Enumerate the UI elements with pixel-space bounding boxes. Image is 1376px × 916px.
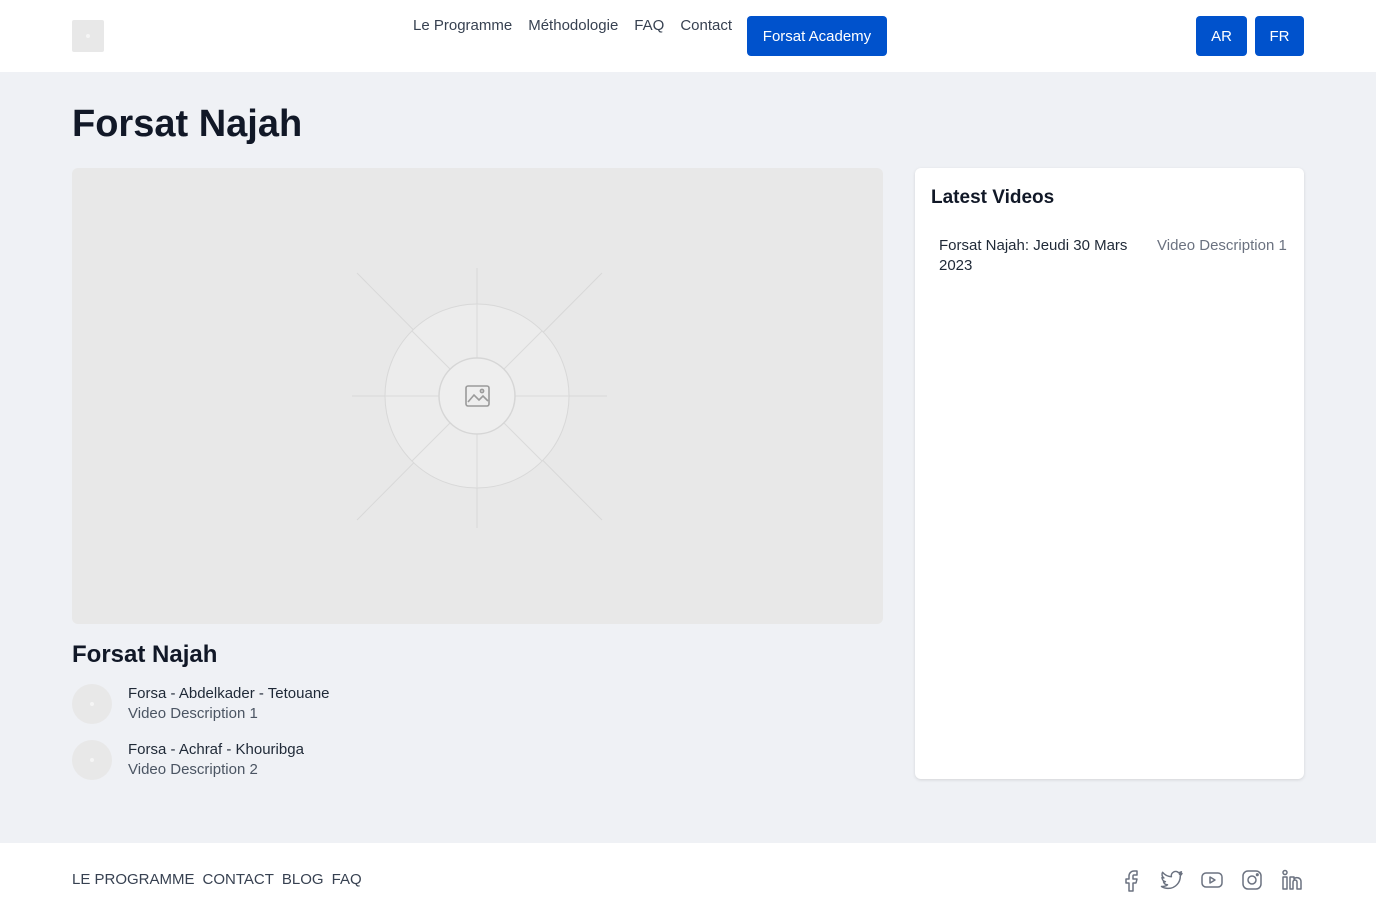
playlist-item[interactable]: Forsa - Abdelkader - Tetouane Video Desc… (72, 684, 672, 724)
playlist-item-title: Forsa - Abdelkader - Tetouane (128, 685, 330, 702)
site-footer: Le Programme Contact Blog FAQ (0, 843, 1376, 916)
facebook-icon[interactable] (1120, 868, 1144, 892)
thumbnail-placeholder-dot (90, 702, 94, 706)
nav-link-methodologie[interactable]: Méthodologie (528, 17, 618, 35)
nav-link-programme[interactable]: Le Programme (413, 17, 512, 35)
youtube-icon[interactable] (1200, 868, 1224, 892)
instagram-icon[interactable] (1240, 868, 1264, 892)
page-title: Forsat Najah (72, 103, 303, 145)
video-title: Forsat Najah (72, 641, 218, 668)
forsat-academy-button[interactable]: Forsat Academy (747, 16, 887, 56)
footer-link-contact[interactable]: Contact (203, 871, 274, 889)
footer-link-blog[interactable]: Blog (282, 871, 324, 889)
latest-videos-panel: Latest Videos Forsat Najah: Jeudi 30 Mar… (915, 168, 1304, 779)
playlist-item[interactable]: Forsa - Achraf - Khouribga Video Descrip… (72, 740, 672, 780)
language-fr-button[interactable]: FR (1255, 16, 1304, 56)
video-thumbnail (72, 684, 112, 724)
language-ar-button[interactable]: AR (1196, 16, 1247, 56)
footer-link-programme[interactable]: Le Programme (72, 871, 195, 889)
playlist-item-title: Forsa - Achraf - Khouribga (128, 741, 304, 758)
nav-link-faq[interactable]: FAQ (634, 17, 664, 35)
video-player[interactable] (72, 168, 883, 624)
nav-link-contact[interactable]: Contact (680, 17, 732, 35)
latest-videos-heading: Latest Videos (931, 187, 1055, 208)
twitter-icon[interactable] (1160, 868, 1184, 892)
site-logo[interactable] (72, 20, 104, 52)
latest-video-title[interactable]: Forsat Najah: Jeudi 30 Mars 2023 (939, 236, 1139, 276)
video-thumbnail (72, 740, 112, 780)
linkedin-icon[interactable] (1280, 868, 1304, 892)
playlist-item-description: Video Description 1 (128, 705, 258, 722)
site-header: Le Programme Méthodologie FAQ Contact Fo… (0, 0, 1376, 72)
image-placeholder-graphic (352, 268, 607, 528)
latest-video-description: Video Description 1 (1157, 237, 1287, 254)
thumbnail-placeholder-dot (90, 758, 94, 762)
footer-link-faq[interactable]: FAQ (332, 871, 362, 889)
main-nav: Le Programme Méthodologie FAQ Contact (413, 17, 732, 35)
playlist-item-description: Video Description 2 (128, 761, 258, 778)
footer-nav: Le Programme Contact Blog FAQ (72, 871, 362, 889)
logo-placeholder-dot (86, 34, 90, 38)
